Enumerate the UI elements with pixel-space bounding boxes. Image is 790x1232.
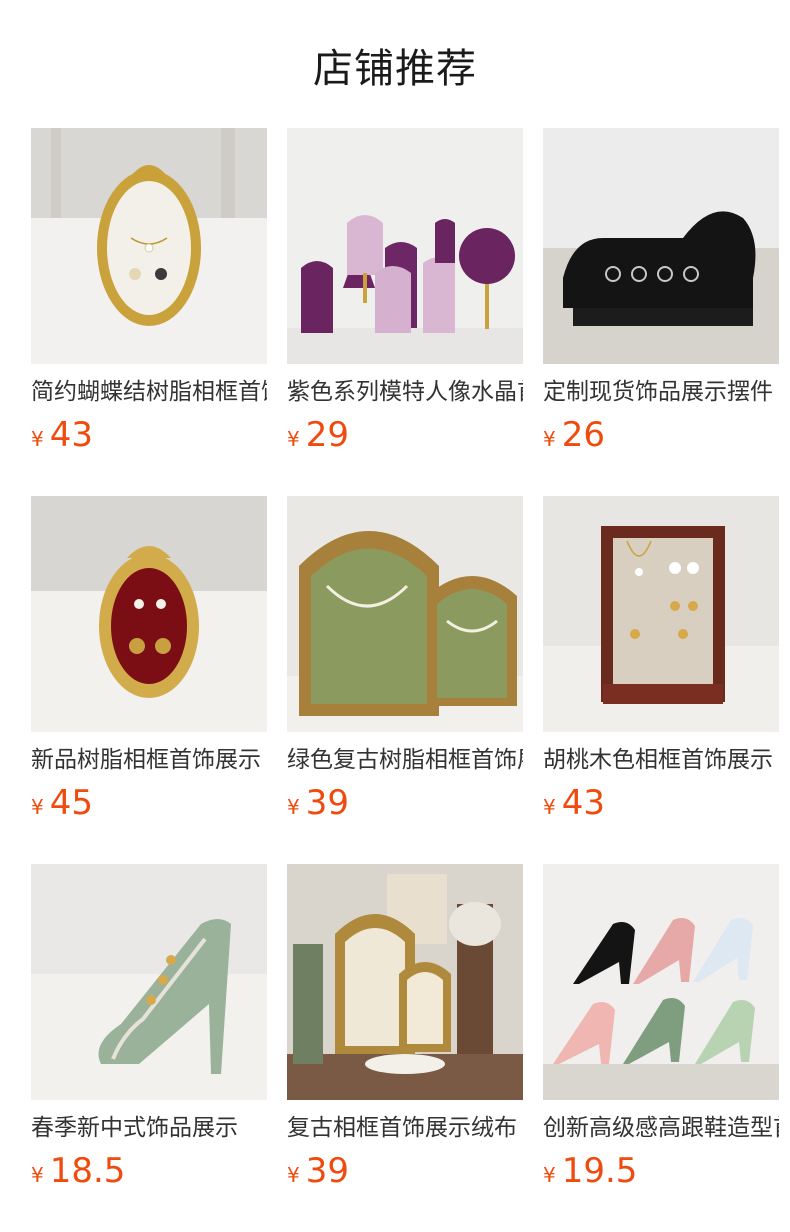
product-name[interactable]: 定制现货饰品展示摆件 <box>543 377 779 407</box>
product-card[interactable]: 定制现货饰品展示摆件 ¥26 <box>543 128 779 455</box>
product-price: ¥43 <box>543 783 779 823</box>
product-image[interactable] <box>543 128 779 364</box>
product-price: ¥45 <box>31 783 267 823</box>
product-name[interactable]: 新品树脂相框首饰展示 <box>31 745 267 775</box>
product-card[interactable]: 简约蝴蝶结树脂相框首饰展示 ¥43 <box>31 128 267 455</box>
product-image[interactable] <box>543 864 779 1100</box>
product-image[interactable] <box>31 496 267 732</box>
product-price: ¥19.5 <box>543 1151 779 1191</box>
product-price: ¥26 <box>543 415 779 455</box>
product-name[interactable]: 春季新中式饰品展示 <box>31 1113 267 1143</box>
high-heel-shoes-icon <box>543 864 779 1100</box>
currency-symbol: ¥ <box>31 795 44 819</box>
product-card[interactable]: 紫色系列模特人像水晶首饰展示 ¥29 <box>287 128 523 455</box>
price-amount: 19.5 <box>561 1151 638 1191</box>
purple-mannequin-busts-icon <box>287 128 523 364</box>
currency-symbol: ¥ <box>31 1163 44 1187</box>
product-price: ¥39 <box>287 783 523 823</box>
currency-symbol: ¥ <box>287 1163 300 1187</box>
product-card[interactable]: 绿色复古树脂相框首饰展示 ¥39 <box>287 496 523 823</box>
page-title: 店铺推荐 <box>313 46 477 92</box>
product-image[interactable] <box>31 128 267 364</box>
product-image[interactable] <box>287 128 523 364</box>
product-image[interactable] <box>31 864 267 1100</box>
currency-symbol: ¥ <box>543 795 556 819</box>
price-amount: 18.5 <box>49 1151 126 1191</box>
currency-symbol: ¥ <box>543 1163 556 1187</box>
price-amount: 39 <box>305 783 349 823</box>
product-image[interactable] <box>287 864 523 1100</box>
product-card[interactable]: 新品树脂相框首饰展示 ¥45 <box>31 496 267 823</box>
walnut-board-frame-icon <box>543 496 779 732</box>
vintage-display-set-icon <box>287 864 523 1100</box>
product-price: ¥39 <box>287 1151 523 1191</box>
product-name[interactable]: 创新高级感高跟鞋造型首饰展示 <box>543 1113 779 1143</box>
currency-symbol: ¥ <box>31 427 44 451</box>
black-sofa-ring-display-icon <box>543 128 779 364</box>
currency-symbol: ¥ <box>287 427 300 451</box>
price-amount: 39 <box>305 1151 349 1191</box>
price-amount: 26 <box>561 415 605 455</box>
product-price: ¥43 <box>31 415 267 455</box>
price-amount: 45 <box>49 783 93 823</box>
gold-bow-oval-frame-icon <box>31 128 267 364</box>
green-arched-frames-icon <box>287 496 523 732</box>
product-price: ¥18.5 <box>31 1151 267 1191</box>
green-high-heel-icon <box>31 864 267 1100</box>
price-amount: 29 <box>305 415 349 455</box>
gold-oval-frame-red-icon <box>31 496 267 732</box>
product-card[interactable]: 胡桃木色相框首饰展示 ¥43 <box>543 496 779 823</box>
product-name[interactable]: 胡桃木色相框首饰展示 <box>543 745 779 775</box>
product-card[interactable]: 创新高级感高跟鞋造型首饰展示 ¥19.5 <box>543 864 779 1191</box>
price-amount: 43 <box>49 415 93 455</box>
product-price: ¥29 <box>287 415 523 455</box>
currency-symbol: ¥ <box>543 427 556 451</box>
price-amount: 43 <box>561 783 605 823</box>
product-card[interactable]: 复古相框首饰展示绒布 ¥39 <box>287 864 523 1191</box>
product-name[interactable]: 绿色复古树脂相框首饰展示 <box>287 745 523 775</box>
product-name[interactable]: 复古相框首饰展示绒布 <box>287 1113 523 1143</box>
product-name[interactable]: 简约蝴蝶结树脂相框首饰展示 <box>31 377 267 407</box>
product-image[interactable] <box>287 496 523 732</box>
product-image[interactable] <box>543 496 779 732</box>
currency-symbol: ¥ <box>287 795 300 819</box>
product-card[interactable]: 春季新中式饰品展示 ¥18.5 <box>31 864 267 1191</box>
product-name[interactable]: 紫色系列模特人像水晶首饰展示 <box>287 377 523 407</box>
